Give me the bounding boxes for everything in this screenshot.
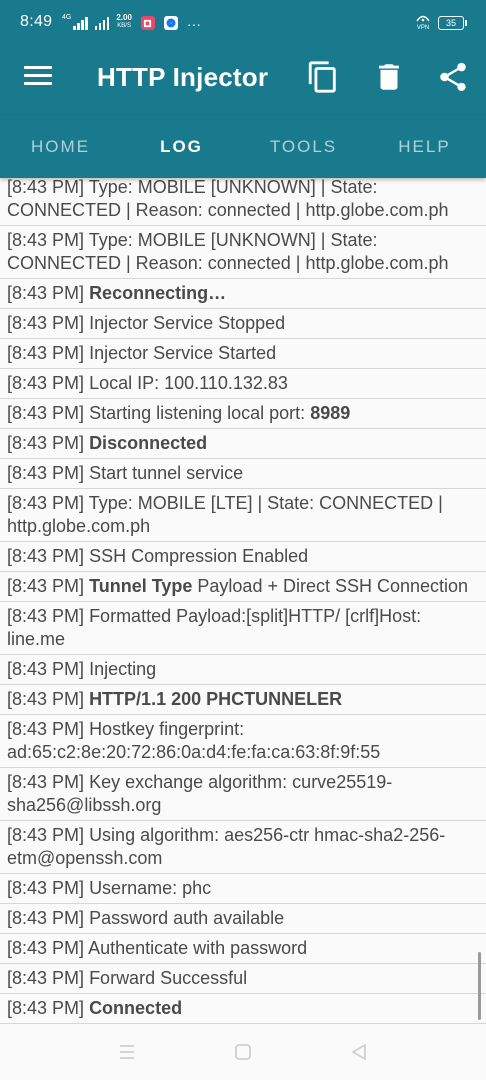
log-entry: [8:43 PM] SSH Compression Enabled bbox=[0, 542, 486, 572]
log-timestamp: [8:43 PM] bbox=[7, 373, 85, 393]
log-timestamp: [8:43 PM] bbox=[7, 659, 85, 679]
log-timestamp: [8:43 PM] bbox=[7, 230, 85, 250]
log-entry: [8:43 PM] Type: MOBILE [UNKNOWN] | State… bbox=[0, 173, 486, 226]
log-timestamp: [8:43 PM] bbox=[7, 433, 85, 453]
log-message-bold: Connected bbox=[89, 998, 183, 1018]
battery-icon: 35 bbox=[438, 16, 467, 30]
log-message-suffix: Payload + Direct SSH Connection bbox=[192, 576, 469, 596]
network-type-label: 4G bbox=[62, 14, 72, 21]
notification-app-icon bbox=[140, 16, 155, 30]
network-speed: 2.00 KB/S bbox=[116, 14, 132, 30]
log-message: Forward Successful bbox=[89, 968, 248, 988]
log-entry: [8:43 PM] Forward Successful bbox=[0, 964, 486, 994]
log-timestamp: [8:43 PM] bbox=[7, 606, 85, 626]
log-timestamp: [8:43 PM] bbox=[7, 968, 85, 988]
more-notifications-icon: ··· bbox=[186, 16, 201, 32]
vpn-key-icon: VPN bbox=[416, 14, 430, 32]
log-entry: [8:43 PM] HTTP/1.1 200 PHCTUNNELER bbox=[0, 685, 486, 715]
log-entry: [8:43 PM] Starting listening local port:… bbox=[0, 399, 486, 429]
log-entry: [8:43 PM] Injector Service Stopped bbox=[0, 309, 486, 339]
trash-icon[interactable] bbox=[372, 60, 406, 94]
log-message: Start tunnel service bbox=[89, 463, 244, 483]
log-timestamp: [8:43 PM] bbox=[7, 719, 85, 739]
log-entry: [8:43 PM] Start tunnel service bbox=[0, 459, 486, 489]
log-entry: [8:43 PM] Local IP: 100.110.132.83 bbox=[0, 369, 486, 399]
log-timestamp: [8:43 PM] bbox=[7, 313, 85, 333]
log-timestamp: [8:43 PM] bbox=[7, 908, 85, 928]
signal-1-icon bbox=[73, 16, 88, 30]
hamburger-menu-icon[interactable] bbox=[24, 66, 52, 88]
log-message-bold: Tunnel Type bbox=[89, 576, 193, 596]
vpn-label: VPN bbox=[416, 25, 430, 31]
log-entry: [8:43 PM] Type: MOBILE [LTE] | State: CO… bbox=[0, 489, 486, 542]
speed-unit: KB/S bbox=[117, 23, 131, 29]
messenger-icon bbox=[163, 16, 178, 30]
log-entry: [8:43 PM] Password auth available bbox=[0, 904, 486, 934]
copy-icon[interactable] bbox=[306, 60, 340, 94]
recents-icon[interactable] bbox=[115, 1040, 139, 1064]
log-message-bold: Disconnected bbox=[89, 433, 208, 453]
log-entry: [8:43 PM] Reconnecting… bbox=[0, 279, 486, 309]
status-left-icons: 4G 2.00 KB/S ··· bbox=[62, 14, 201, 32]
log-message: Injecting bbox=[89, 659, 157, 679]
log-timestamp: [8:43 PM] bbox=[7, 403, 85, 423]
status-time: 8:49 bbox=[20, 13, 53, 30]
log-timestamp: [8:43 PM] bbox=[7, 825, 85, 845]
speed-value: 2.00 bbox=[116, 13, 132, 22]
log-entry: [8:43 PM] Injector Service Started bbox=[0, 339, 486, 369]
log-message: Injector Service Started bbox=[89, 343, 277, 363]
tab-help[interactable]: HELP bbox=[364, 116, 485, 178]
log-entry: [8:43 PM] Hostkey fingerprint: ad:65:c2:… bbox=[0, 715, 486, 768]
log-timestamp: [8:43 PM] bbox=[7, 998, 85, 1018]
log-timestamp: [8:43 PM] bbox=[7, 938, 85, 958]
log-message: Password auth available bbox=[89, 908, 285, 928]
signal-2-icon bbox=[94, 16, 110, 30]
log-entry: [8:43 PM] Connected bbox=[0, 994, 486, 1024]
log-entry: [8:43 PM] Authenticate with password bbox=[0, 934, 486, 964]
status-bar: 8:49 4G 2.00 KB/S ··· VPN 35 bbox=[0, 0, 486, 40]
tab-tools[interactable]: TOOLS bbox=[243, 116, 364, 178]
log-message-bold: HTTP/1.1 200 PHCTUNNELER bbox=[89, 689, 343, 709]
log-timestamp: [8:43 PM] bbox=[7, 177, 85, 197]
log-message-bold: Reconnecting… bbox=[89, 283, 227, 303]
log-message: Injector Service Stopped bbox=[89, 313, 286, 333]
status-right-icons: VPN 35 bbox=[416, 14, 467, 32]
log-timestamp: [8:43 PM] bbox=[7, 878, 85, 898]
log-timestamp: [8:43 PM] bbox=[7, 493, 85, 513]
log-timestamp: [8:43 PM] bbox=[7, 343, 85, 363]
log-entry: [8:43 PM] Formatted Payload:[split]HTTP/… bbox=[0, 602, 486, 655]
log-entry: [8:43 PM] Username: phc bbox=[0, 874, 486, 904]
back-triangle-icon[interactable] bbox=[347, 1040, 371, 1064]
log-entry: [8:43 PM] Tunnel Type Payload + Direct S… bbox=[0, 572, 486, 602]
app-title: HTTP Injector bbox=[97, 62, 269, 92]
log-message: Starting listening local port: bbox=[89, 403, 311, 423]
log-message-bold: 8989 bbox=[310, 403, 351, 423]
log-entry: [8:43 PM] Type: MOBILE [UNKNOWN] | State… bbox=[0, 226, 486, 279]
log-list[interactable]: [8:43 PM] Connection/Signal Lost - Pleas… bbox=[0, 164, 486, 1024]
log-timestamp: [8:43 PM] bbox=[7, 463, 85, 483]
system-nav-bar bbox=[0, 1024, 486, 1080]
app-toolbar: HTTP Injector bbox=[0, 40, 486, 116]
log-entry: [8:43 PM] Key exchange algorithm: curve2… bbox=[0, 768, 486, 821]
log-timestamp: [8:43 PM] bbox=[7, 546, 85, 566]
log-timestamp: [8:43 PM] bbox=[7, 689, 85, 709]
share-icon[interactable] bbox=[436, 60, 470, 94]
log-entry: [8:43 PM] Disconnected bbox=[0, 429, 486, 459]
log-timestamp: [8:43 PM] bbox=[7, 576, 85, 596]
log-entry: [8:43 PM] Using algorithm: aes256-ctr hm… bbox=[0, 821, 486, 874]
log-message: Authenticate with password bbox=[88, 938, 308, 958]
home-circle-icon[interactable] bbox=[231, 1040, 255, 1064]
log-message: SSH Compression Enabled bbox=[89, 546, 309, 566]
log-message: Local IP: 100.110.132.83 bbox=[89, 373, 288, 393]
tab-bar: HOME LOG TOOLS HELP bbox=[0, 116, 486, 178]
log-timestamp: [8:43 PM] bbox=[7, 283, 85, 303]
log-message: Username: phc bbox=[89, 878, 212, 898]
log-timestamp: [8:43 PM] bbox=[7, 772, 85, 792]
log-entry: [8:43 PM] Injecting bbox=[0, 655, 486, 685]
log-scrollbar[interactable] bbox=[478, 952, 481, 1020]
tab-log[interactable]: LOG bbox=[121, 116, 242, 178]
tab-home[interactable]: HOME bbox=[0, 116, 121, 178]
